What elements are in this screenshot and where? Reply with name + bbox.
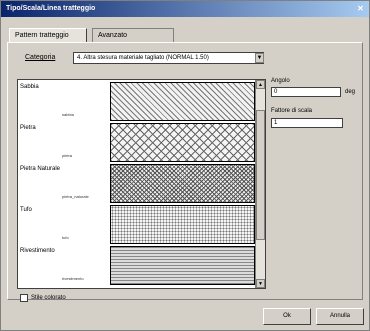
pattern-label: Pietra Naturale xyxy=(20,166,61,172)
pattern-list: Rivestimento rivestimento Tufo tufo Pietra N… xyxy=(17,79,266,289)
pattern-row[interactable]: Pietra pietra xyxy=(18,122,256,163)
pattern-swatch[interactable] xyxy=(110,123,255,162)
scroll-thumb[interactable] xyxy=(256,110,265,240)
window-title: Tipo/Scala/Linea tratteggio xyxy=(6,5,96,12)
hatch-dialog: Tipo/Scala/Linea tratteggio ✕ Pattern tr… xyxy=(0,0,370,331)
pattern-label: Pietra xyxy=(20,125,36,131)
pattern-code: pietra_naturale xyxy=(62,194,89,199)
scrollbar[interactable]: ▲ ▼ xyxy=(255,80,265,288)
cancel-button[interactable]: Annulla xyxy=(316,308,364,325)
pattern-label: Tufo xyxy=(20,207,32,213)
pattern-swatch[interactable] xyxy=(110,82,255,121)
tab-pattern[interactable]: Pattern tratteggio xyxy=(9,28,87,43)
pattern-row[interactable]: Rivestimento rivestimento xyxy=(18,245,256,286)
tab-advanced-label: Avanzato xyxy=(98,32,128,39)
pattern-row[interactable]: Pietra Naturale pietra_naturale xyxy=(18,163,256,204)
category-label: Categoria xyxy=(25,54,56,61)
angle-label: Angolo xyxy=(271,78,290,84)
tab-pattern-label: Pattern tratteggio xyxy=(15,32,69,39)
pattern-label: Rivestimento xyxy=(20,248,55,254)
pattern-label: Sabbia xyxy=(20,84,39,90)
chevron-down-icon[interactable]: ▼ xyxy=(255,53,264,63)
pattern-swatch[interactable] xyxy=(110,164,255,203)
pattern-row[interactable]: Sabbia sabbia xyxy=(18,81,256,122)
color-style-label: Stile colorato xyxy=(31,295,66,301)
pattern-swatch[interactable] xyxy=(110,205,255,244)
pattern-code: rivestimento xyxy=(62,276,84,281)
pattern-code: sabbia xyxy=(62,112,74,117)
pattern-code: pietra xyxy=(62,153,73,158)
scroll-up-icon[interactable]: ▲ xyxy=(256,80,265,89)
pattern-code: tufo xyxy=(62,235,69,240)
scale-label: Fattore di scala xyxy=(271,108,313,114)
pattern-row[interactable]: Tufo tufo xyxy=(18,204,256,245)
scale-input[interactable]: 1 xyxy=(271,118,343,128)
color-style-checkbox[interactable] xyxy=(20,294,28,302)
title-bar: Tipo/Scala/Linea tratteggio ✕ xyxy=(1,1,369,17)
close-icon[interactable]: ✕ xyxy=(355,3,366,14)
angle-input[interactable]: 0 xyxy=(271,87,341,97)
angle-unit: deg xyxy=(345,89,356,95)
category-select[interactable]: 4. Altra stesura materiale tagliato (NOR… xyxy=(73,52,264,64)
scroll-down-icon[interactable]: ▼ xyxy=(256,279,265,288)
ok-button[interactable]: Ok xyxy=(263,308,311,325)
pattern-swatch[interactable] xyxy=(110,246,255,285)
tab-advanced[interactable]: Avanzato xyxy=(92,28,174,42)
